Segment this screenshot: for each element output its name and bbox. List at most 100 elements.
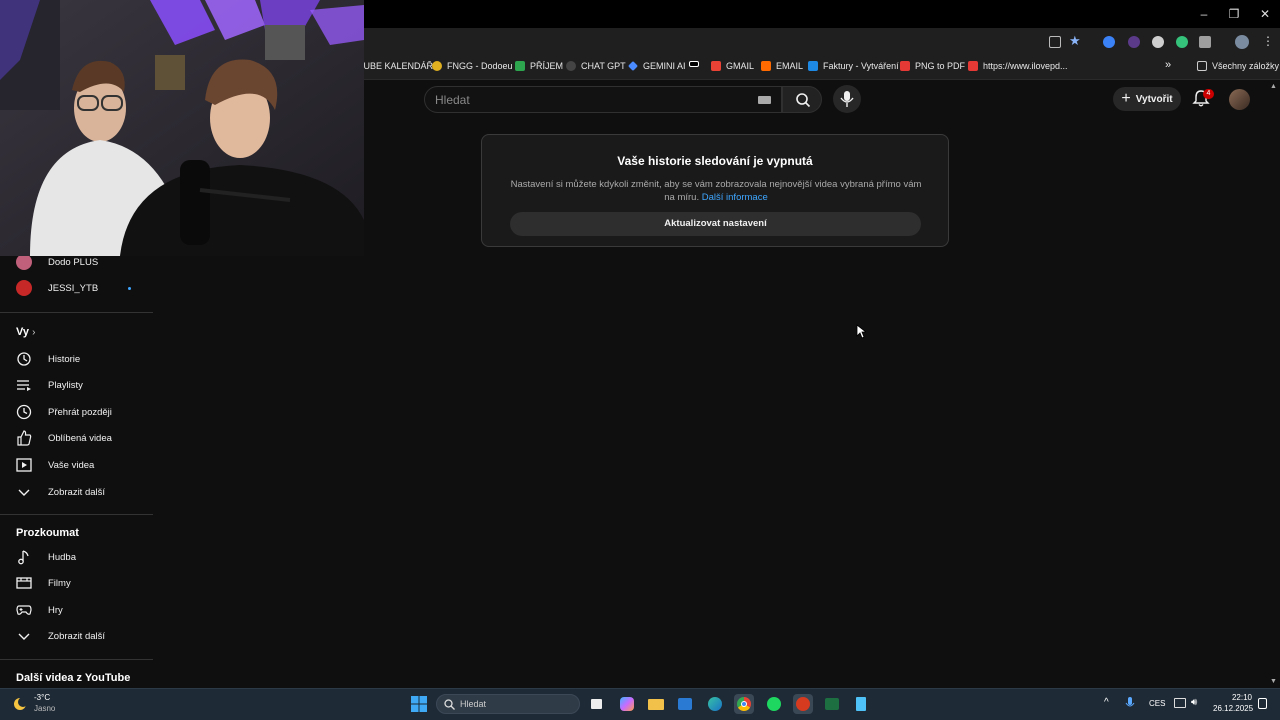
- volume-icon[interactable]: 🔊︎: [1191, 697, 1197, 708]
- notepad-icon[interactable]: [851, 694, 871, 714]
- bookmark-favicon-icon: [968, 61, 978, 71]
- taskbar-search-input[interactable]: Hledat: [436, 694, 580, 714]
- sidebar-item-label: Oblíbená videa: [48, 432, 112, 444]
- more-vert-icon[interactable]: ⋮: [1262, 34, 1274, 48]
- playlist-icon: [17, 380, 31, 391]
- clock-time[interactable]: 22:10: [1227, 693, 1252, 702]
- bookmark-item[interactable]: GEMINI AI: [628, 61, 686, 71]
- sidebar-item-show-more[interactable]: Zobrazit další: [0, 480, 153, 504]
- search-icon: [444, 699, 455, 710]
- search-button[interactable]: [782, 86, 822, 113]
- profile-avatar[interactable]: [1235, 35, 1249, 49]
- divider: [0, 514, 153, 515]
- bookmark-item[interactable]: https://www.ilovepd...: [968, 61, 1068, 71]
- excel-icon[interactable]: [822, 694, 842, 714]
- learn-more-link[interactable]: Další informace: [702, 192, 768, 203]
- copilot-icon[interactable]: [617, 694, 637, 714]
- sidebar-item-history[interactable]: Historie: [0, 347, 153, 371]
- bookmark-favicon-icon: [515, 61, 525, 71]
- more-from-youtube-heading: Další videa z YouTube: [16, 672, 131, 684]
- voice-search-button[interactable]: [833, 85, 861, 113]
- file-explorer-icon[interactable]: [646, 694, 666, 714]
- sidebar-item-label: Hry: [48, 604, 63, 616]
- bookmark-item[interactable]: FNGG - Dodoeu: [432, 61, 513, 71]
- mouse-cursor-icon: [856, 324, 866, 339]
- sidebar-item-label: Historie: [48, 353, 81, 365]
- all-bookmarks-button[interactable]: Všechny záložky: [1197, 61, 1279, 71]
- restore-icon[interactable]: ❐: [1225, 6, 1243, 22]
- bookmark-favicon-icon: [900, 61, 910, 71]
- sidebar-item-playlists[interactable]: Playlisty: [0, 373, 153, 397]
- you-heading[interactable]: Vy ›: [16, 326, 35, 338]
- sidebar-item-movies[interactable]: Filmy: [0, 571, 153, 595]
- bookmark-item[interactable]: [689, 61, 699, 67]
- spotify-icon[interactable]: [764, 694, 784, 714]
- bookmark-item[interactable]: Faktury - Vytváření: [808, 61, 899, 71]
- explore-heading: Prozkoumat: [16, 527, 79, 539]
- tray-chevron-up-icon[interactable]: ^: [1104, 697, 1109, 708]
- input-language[interactable]: CES: [1149, 699, 1165, 708]
- extension-icon[interactable]: [1152, 36, 1164, 48]
- bookmark-item[interactable]: TUBE KALENDÁŘ: [358, 61, 433, 71]
- search-placeholder: Hledat: [435, 93, 470, 107]
- divider: [0, 659, 153, 660]
- taskbar-search-label: Hledat: [460, 699, 487, 709]
- new-content-dot: [128, 287, 131, 290]
- bookmark-item[interactable]: CHAT GPT: [566, 61, 626, 71]
- sidebar-channel-jessi-ytb[interactable]: JESSI_YTB: [0, 276, 153, 300]
- sidebar-item-label: Vaše videa: [48, 459, 95, 471]
- weather-temperature[interactable]: -3°C: [34, 693, 50, 702]
- sidebar: Dodo PLUS JESSI_YTB Vy › Historie Playli…: [0, 250, 153, 690]
- extension-icon[interactable]: [1176, 36, 1188, 48]
- bookmark-favicon-icon: [628, 61, 638, 71]
- card-description: Nastavení si můžete kdykoli změnit, aby …: [506, 178, 926, 204]
- close-icon[interactable]: ✕: [1256, 6, 1274, 22]
- weather-moon-icon[interactable]: [12, 696, 28, 712]
- scroll-up-icon[interactable]: ▲: [1270, 83, 1278, 91]
- bookmark-favicon-icon: [711, 61, 721, 71]
- search-input[interactable]: Hledat: [424, 86, 782, 113]
- sidebar-item-liked-videos[interactable]: Oblíbená videa: [0, 426, 153, 450]
- edge-icon[interactable]: [705, 694, 725, 714]
- notification-center-icon[interactable]: [1258, 698, 1267, 709]
- bookmark-favicon-icon: [432, 61, 442, 71]
- extension-icon[interactable]: [1128, 36, 1140, 48]
- chrome-icon[interactable]: [734, 694, 754, 714]
- network-icon[interactable]: [1174, 698, 1186, 708]
- chevron-down-icon: [18, 489, 30, 496]
- gamepad-icon: [16, 605, 32, 615]
- update-settings-button[interactable]: Aktualizovat nastavení: [510, 212, 921, 236]
- puzzle-icon[interactable]: [1199, 36, 1211, 48]
- tray-microphone-icon[interactable]: [1125, 697, 1135, 710]
- sidebar-item-watch-later[interactable]: Přehrát později: [0, 400, 153, 424]
- create-button[interactable]: + Vytvořit: [1113, 87, 1181, 111]
- windows-start-icon[interactable]: [411, 696, 427, 712]
- task-view-icon[interactable]: [587, 694, 607, 714]
- bookmark-item[interactable]: PŘÍJEM: [515, 61, 563, 71]
- streaming-app-icon[interactable]: [793, 694, 813, 714]
- minimize-icon[interactable]: –: [1195, 6, 1213, 22]
- bookmark-item[interactable]: PNG to PDF: [900, 61, 965, 71]
- scroll-down-icon[interactable]: ▼: [1270, 678, 1278, 686]
- sidebar-item-games[interactable]: Hry: [0, 598, 153, 622]
- bookmark-favicon-icon: [689, 61, 699, 67]
- bookmark-star-icon[interactable]: ★: [1069, 33, 1081, 49]
- microphone-icon: [840, 91, 854, 107]
- account-avatar[interactable]: [1229, 89, 1250, 110]
- chevron-down-icon: [18, 633, 30, 640]
- plus-icon: +: [1121, 90, 1131, 107]
- sidebar-item-show-more-explore[interactable]: Zobrazit další: [0, 624, 153, 648]
- sidebar-item-music[interactable]: Hudba: [0, 545, 153, 569]
- clock-date[interactable]: 26.12.2025: [1213, 704, 1253, 713]
- extension-icon[interactable]: [1103, 36, 1115, 48]
- bookmark-item[interactable]: EMAIL: [761, 61, 803, 71]
- more-bookmarks-button[interactable]: »: [1165, 59, 1171, 71]
- weather-description[interactable]: Jasno: [34, 704, 55, 713]
- sidebar-item-your-videos[interactable]: Vaše videa: [0, 453, 153, 477]
- outlook-icon[interactable]: [675, 694, 695, 714]
- history-paused-card: Vaše historie sledování je vypnutá Nasta…: [481, 134, 949, 247]
- cast-icon[interactable]: [1049, 36, 1061, 48]
- keyboard-icon[interactable]: [758, 96, 771, 104]
- music-icon: [18, 550, 29, 565]
- bookmark-item[interactable]: GMAIL: [711, 61, 754, 71]
